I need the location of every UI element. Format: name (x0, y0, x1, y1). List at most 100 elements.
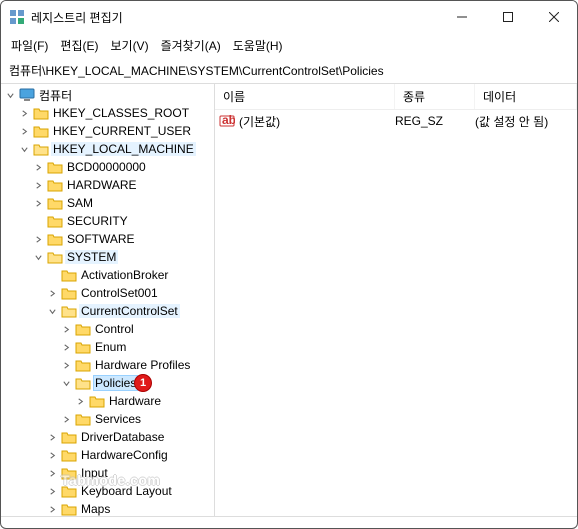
folder-open-icon (75, 375, 91, 391)
column-data[interactable]: 데이터 (475, 84, 577, 109)
tree-item-computer[interactable]: 컴퓨터 (3, 86, 214, 104)
tree-label: 컴퓨터 (37, 87, 74, 104)
chevron-right-icon[interactable] (45, 430, 59, 444)
folder-icon (33, 105, 49, 121)
folder-icon (61, 447, 77, 463)
value-name: (기본값) (239, 113, 280, 130)
chevron-right-icon[interactable] (31, 196, 45, 210)
chevron-right-icon[interactable] (59, 412, 73, 426)
chevron-right-icon[interactable] (31, 232, 45, 246)
app-icon (9, 9, 25, 25)
tree-label: Keyboard Layout (79, 484, 174, 498)
value-data: (값 설정 안 됨) (475, 113, 577, 130)
tree-label: Enum (93, 340, 128, 354)
maximize-button[interactable] (485, 1, 531, 33)
chevron-right-icon[interactable] (73, 394, 87, 408)
tree-item[interactable]: Hardware (3, 392, 214, 410)
value-type: REG_SZ (395, 114, 475, 128)
menu-view[interactable]: 보기(V) (106, 35, 152, 56)
chevron-right-icon[interactable] (45, 484, 59, 498)
chevron-right-icon[interactable] (45, 286, 59, 300)
tree-label: Hardware (107, 394, 163, 408)
tree-label: ControlSet001 (79, 286, 160, 300)
tree-label: DriverDatabase (79, 430, 166, 444)
tree-view[interactable]: 컴퓨터 HKEY_CLASSES_ROOT HKEY_CURRENT_USER … (1, 84, 215, 516)
svg-text:ab: ab (222, 113, 235, 127)
tree-item[interactable]: BCD00000000 (3, 158, 214, 176)
chevron-right-icon[interactable] (17, 106, 31, 120)
tree-label: ActivationBroker (79, 268, 170, 282)
tree-item[interactable]: Keyboard Layout (3, 482, 214, 500)
folder-icon (75, 339, 91, 355)
folder-icon (61, 267, 77, 283)
chevron-down-icon[interactable] (45, 304, 59, 318)
tree-item[interactable]: ControlSet001 (3, 284, 214, 302)
chevron-down-icon[interactable] (3, 88, 17, 102)
tree-item[interactable]: Enum (3, 338, 214, 356)
chevron-right-icon[interactable] (45, 448, 59, 462)
tree-item-hklm[interactable]: HKEY_LOCAL_MACHINE (3, 140, 214, 158)
tree-label: SYSTEM (65, 250, 118, 264)
folder-icon (47, 213, 63, 229)
tree-item-policies[interactable]: Policies 1 (3, 374, 214, 392)
annotation-badge: 1 (135, 375, 151, 391)
minimize-button[interactable] (439, 1, 485, 33)
content-area: 컴퓨터 HKEY_CLASSES_ROOT HKEY_CURRENT_USER … (1, 83, 577, 516)
chevron-spacer (31, 214, 45, 228)
tree-label: Control (93, 322, 136, 336)
menu-help[interactable]: 도움말(H) (229, 35, 287, 56)
menubar: 파일(F) 편집(E) 보기(V) 즐겨찾기(A) 도움말(H) (1, 33, 577, 58)
menu-edit[interactable]: 편집(E) (56, 35, 102, 56)
tree-item-currentcontrolset[interactable]: CurrentControlSet (3, 302, 214, 320)
folder-icon (75, 411, 91, 427)
tree-item[interactable]: SOFTWARE (3, 230, 214, 248)
chevron-right-icon[interactable] (31, 178, 45, 192)
chevron-right-icon[interactable] (59, 322, 73, 336)
tree-item-hkcu[interactable]: HKEY_CURRENT_USER (3, 122, 214, 140)
tree-item[interactable]: DriverDatabase (3, 428, 214, 446)
tree-label: Services (93, 412, 143, 426)
column-name[interactable]: 이름 (215, 84, 395, 109)
chevron-right-icon[interactable] (17, 124, 31, 138)
tree-item[interactable]: ActivationBroker (3, 266, 214, 284)
tree-label: Input (79, 466, 110, 480)
tree-label: HKEY_CURRENT_USER (51, 124, 193, 138)
folder-icon (33, 123, 49, 139)
tree-label: Hardware Profiles (93, 358, 192, 372)
tree-item[interactable]: Services (3, 410, 214, 428)
tree-label: Maps (79, 502, 112, 516)
close-button[interactable] (531, 1, 577, 33)
chevron-down-icon[interactable] (59, 376, 73, 390)
tree-item-hkcr[interactable]: HKEY_CLASSES_ROOT (3, 104, 214, 122)
chevron-right-icon[interactable] (45, 502, 59, 516)
tree-item[interactable]: SAM (3, 194, 214, 212)
value-list: 이름 종류 데이터 ab (기본값) REG_SZ (값 설정 안 됨) (215, 84, 577, 516)
chevron-down-icon[interactable] (31, 250, 45, 264)
tree-item[interactable]: Control (3, 320, 214, 338)
tree-label: SAM (65, 196, 95, 210)
tree-item-system[interactable]: SYSTEM (3, 248, 214, 266)
menu-favorites[interactable]: 즐겨찾기(A) (157, 35, 225, 56)
menu-file[interactable]: 파일(F) (7, 35, 52, 56)
tree-item[interactable]: Hardware Profiles (3, 356, 214, 374)
chevron-right-icon[interactable] (45, 466, 59, 480)
window-title: 레지스트리 편집기 (31, 9, 123, 26)
folder-icon (61, 501, 77, 516)
folder-icon (61, 483, 77, 499)
tree-item[interactable]: Maps (3, 500, 214, 516)
folder-open-icon (61, 303, 77, 319)
chevron-right-icon[interactable] (31, 160, 45, 174)
tree-item[interactable]: HARDWARE (3, 176, 214, 194)
column-type[interactable]: 종류 (395, 84, 475, 109)
tree-item[interactable]: SECURITY (3, 212, 214, 230)
address-bar[interactable]: 컴퓨터\HKEY_LOCAL_MACHINE\SYSTEM\CurrentCon… (1, 58, 577, 83)
tree-item[interactable]: HardwareConfig (3, 446, 214, 464)
tree-label: CurrentControlSet (79, 304, 180, 318)
chevron-down-icon[interactable] (17, 142, 31, 156)
string-value-icon: ab (219, 113, 235, 129)
chevron-right-icon[interactable] (59, 358, 73, 372)
chevron-right-icon[interactable] (59, 340, 73, 354)
tree-item[interactable]: Input (3, 464, 214, 482)
value-row[interactable]: ab (기본값) REG_SZ (값 설정 안 됨) (215, 112, 577, 130)
folder-icon (47, 195, 63, 211)
